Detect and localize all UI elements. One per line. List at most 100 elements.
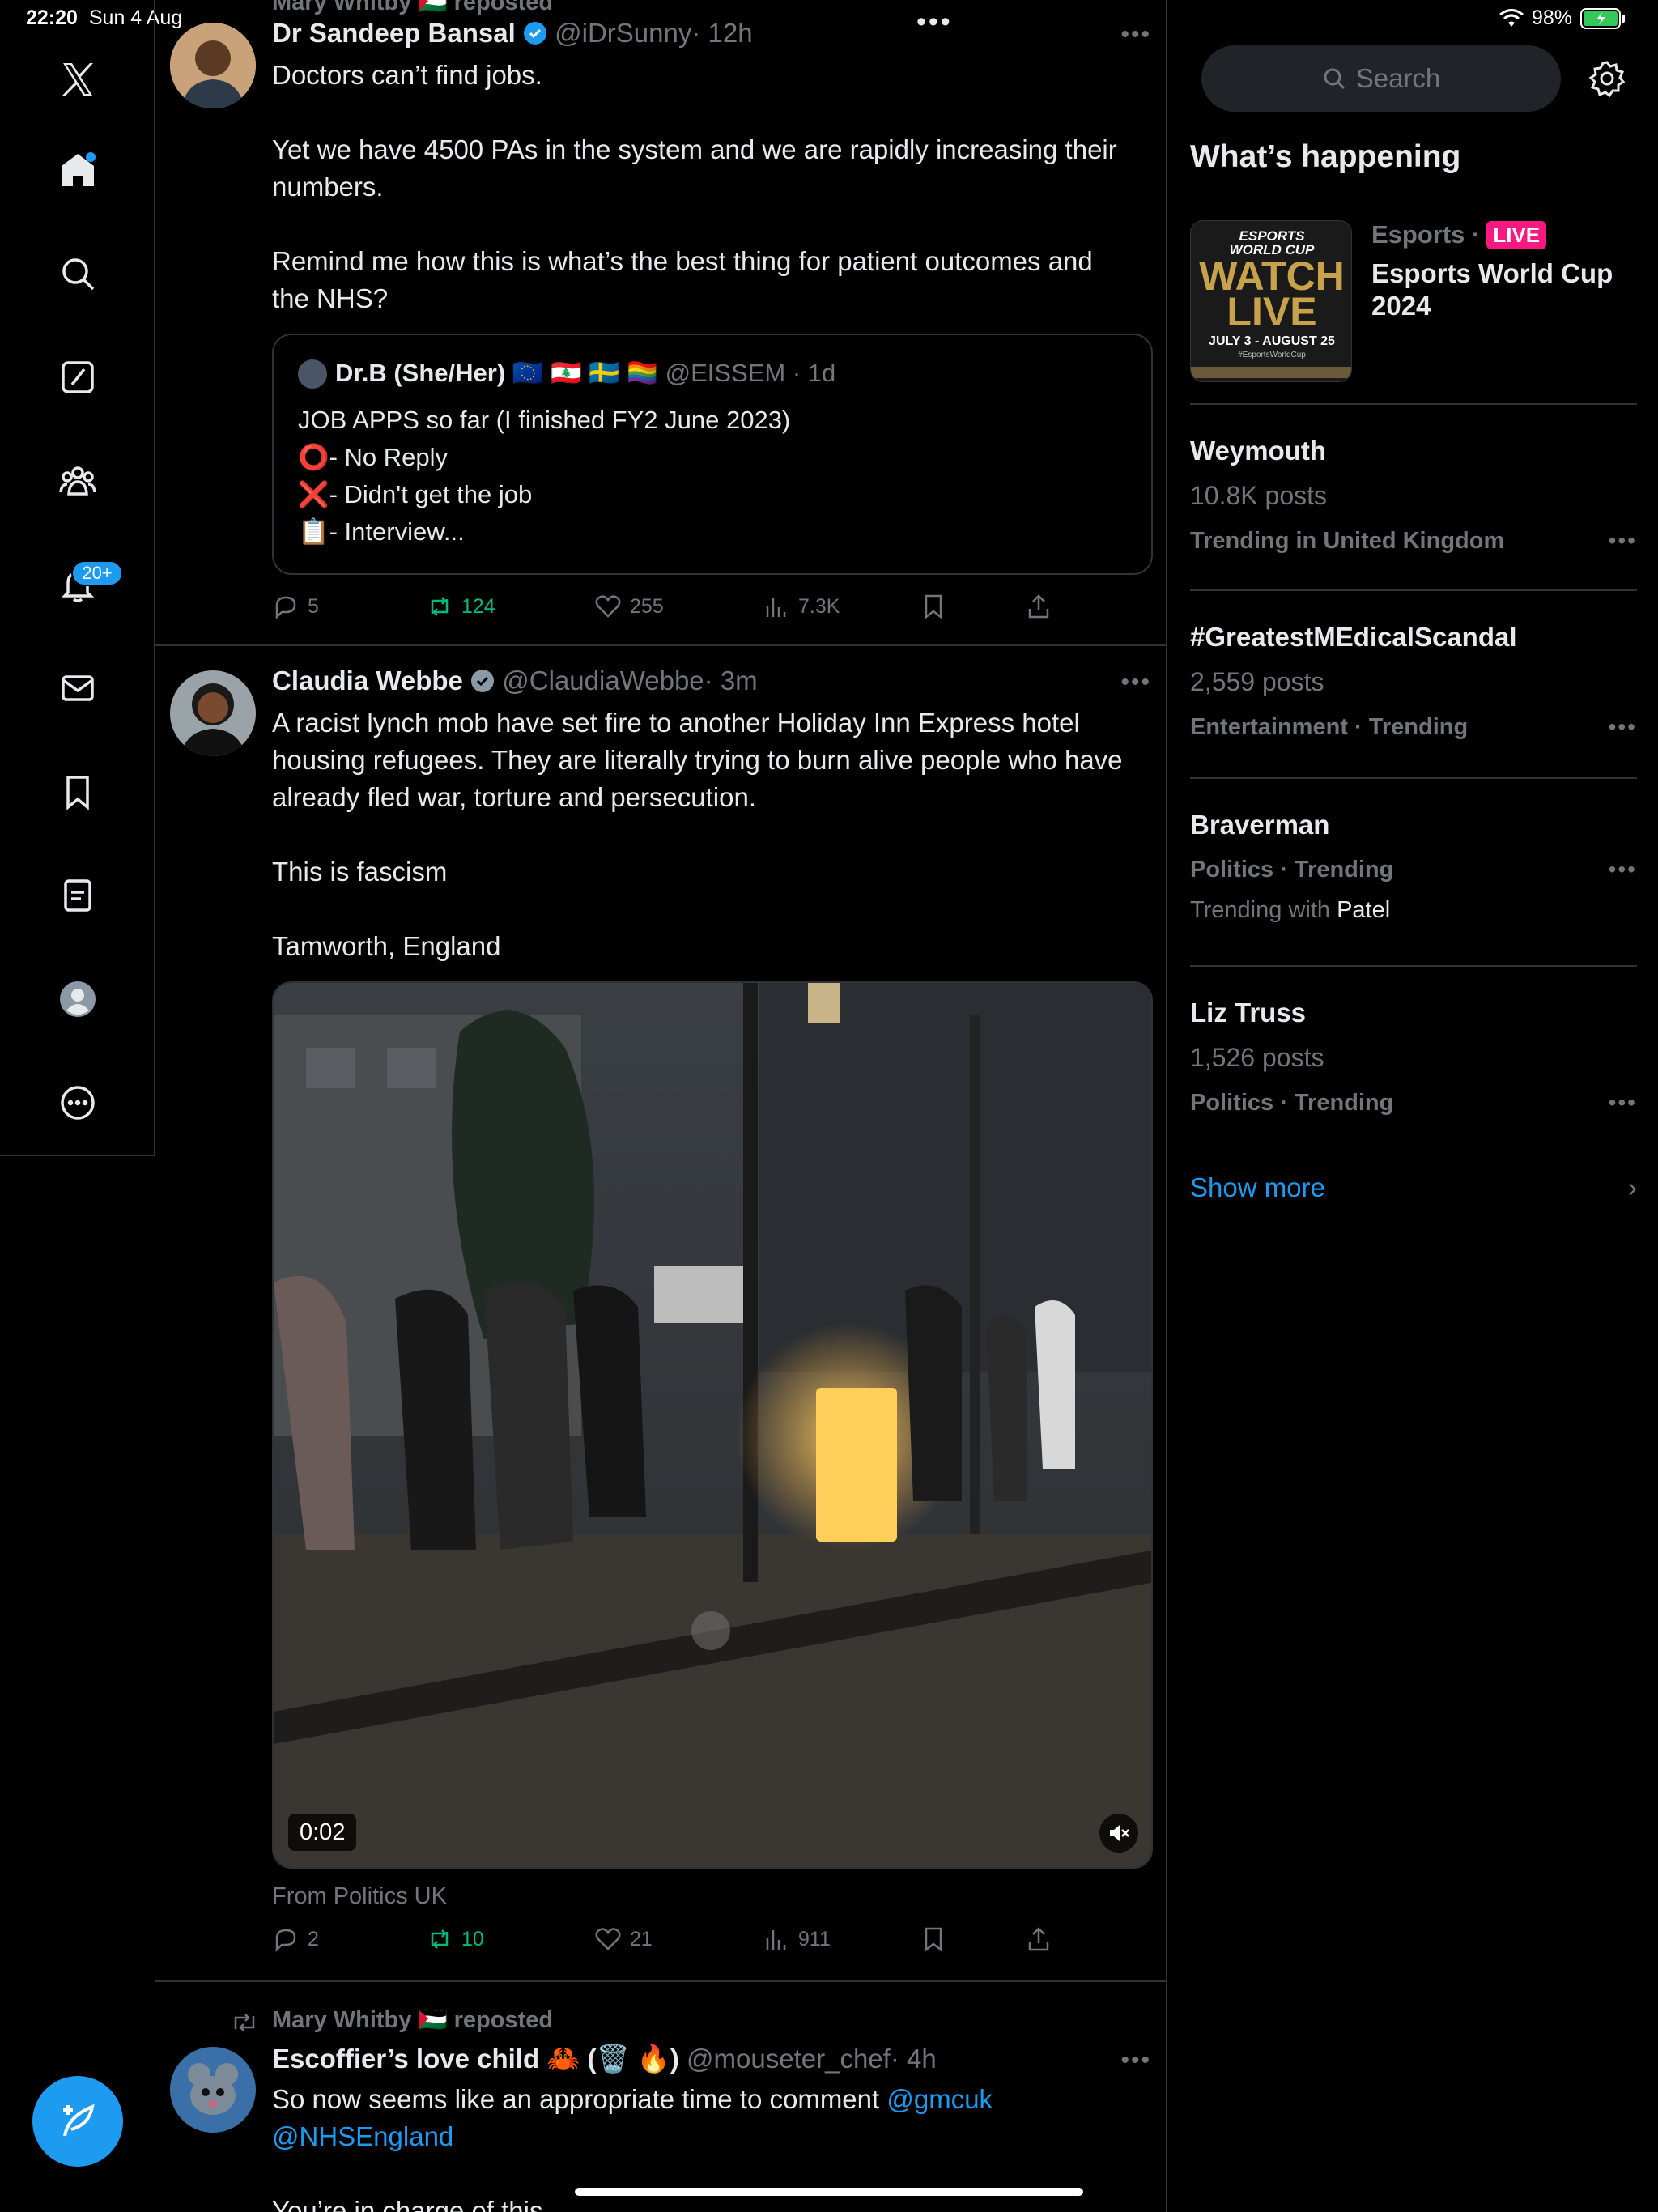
- lists-icon[interactable]: [52, 870, 104, 921]
- trend-more-icon[interactable]: •••: [1609, 857, 1637, 883]
- quote-author-handle: @EISSEM · 1d: [665, 359, 836, 387]
- compose-post-button[interactable]: [32, 2076, 123, 2167]
- trend-item[interactable]: Braverman Politics · Trending Trending w…: [1190, 779, 1637, 967]
- trend-title: Weymouth: [1190, 436, 1327, 466]
- timeline: ••• Mary Whitby 🇵🇸 reposted Dr Sandeep B…: [155, 0, 1167, 2212]
- trend-with-label: Trending with: [1190, 897, 1331, 923]
- repost-icon: [431, 597, 449, 616]
- tweet-time[interactable]: · 12h: [691, 18, 752, 48]
- tweet-actions: 2 10 21 911: [272, 1925, 1082, 1961]
- author-name[interactable]: Escoffier’s love child 🦀 (🗑️ 🔥): [272, 2044, 679, 2074]
- trend-item[interactable]: #GreatestMEdicalScandal 2,559 posts Ente…: [1190, 591, 1637, 779]
- author-handle[interactable]: @iDrSunny: [555, 18, 691, 48]
- home-indicator[interactable]: [575, 2188, 1083, 2196]
- thumb-strip: [1191, 367, 1351, 378]
- live-badge: LIVE: [1486, 220, 1547, 249]
- trend-posts: 1,526 posts: [1190, 1043, 1324, 1072]
- repost-button[interactable]: 124: [426, 593, 495, 620]
- show-more-link[interactable]: Show more ›: [1190, 1172, 1637, 1203]
- heart-icon: [595, 595, 621, 618]
- tweet[interactable]: Claudia Webbe @ClaudiaWebbe· 3m ••• A ra…: [155, 648, 1167, 1982]
- reply-count: 2: [308, 1927, 319, 1950]
- compose-feather-icon: [63, 2104, 95, 2137]
- mention-link[interactable]: @gmcuk: [886, 2084, 993, 2114]
- trend-with-name: Patel: [1337, 897, 1391, 923]
- trend-context: Trending in United Kingdom: [1190, 528, 1505, 554]
- repost-button[interactable]: 10: [426, 1925, 484, 1953]
- bookmarks-icon[interactable]: [52, 766, 104, 818]
- x-logo-icon[interactable]: [52, 53, 104, 105]
- mute-button[interactable]: [1099, 1814, 1138, 1853]
- search-placeholder: Search: [1355, 63, 1441, 93]
- messages-icon[interactable]: [52, 662, 104, 714]
- quote-line: ⭕- No Reply: [298, 443, 449, 471]
- reply-button[interactable]: 5: [272, 593, 319, 620]
- search-icon: [1324, 68, 1345, 90]
- tweet-more-icon[interactable]: •••: [1120, 2047, 1151, 2074]
- share-button[interactable]: [1025, 1925, 1052, 1953]
- sidebar-heading: What’s happening: [1190, 139, 1461, 174]
- more-options-icon[interactable]: [52, 1077, 104, 1129]
- like-button[interactable]: 21: [594, 1925, 653, 1953]
- profile-avatar-icon[interactable]: [52, 973, 104, 1025]
- quoted-tweet[interactable]: Dr.B (She/Her) 🇪🇺 🇱🇧 🇸🇪 🏳️‍🌈 @EISSEM · 1…: [272, 334, 1153, 575]
- trend-item[interactable]: Liz Truss 1,526 posts Politics · Trendin…: [1190, 967, 1637, 1145]
- grok-icon[interactable]: [52, 351, 104, 403]
- featured-title: Esports World Cup 2024: [1371, 258, 1613, 321]
- notifications-badge: 20+: [71, 560, 123, 586]
- quote-line: 📋- Interview...: [298, 517, 465, 546]
- author-name[interactable]: Claudia Webbe: [272, 666, 463, 696]
- avatar[interactable]: [170, 670, 256, 756]
- view-count: 7.3K: [798, 594, 840, 618]
- show-more-label: Show more: [1190, 1172, 1325, 1202]
- tweet-time[interactable]: · 4h: [891, 2044, 937, 2074]
- tweet-text: Doctors can’t find jobs. Yet we have 450…: [272, 60, 1117, 313]
- tweet-time[interactable]: · 3m: [704, 666, 758, 696]
- mention-link[interactable]: @NHSEngland: [272, 2121, 453, 2151]
- author-handle[interactable]: @mouseter_chef: [687, 2044, 891, 2074]
- like-button[interactable]: 255: [594, 593, 664, 620]
- home-icon[interactable]: [52, 144, 104, 196]
- reply-button[interactable]: 2: [272, 1925, 319, 1953]
- source-label[interactable]: From Politics UK: [272, 1883, 447, 1910]
- muted-speaker-icon: [1110, 1825, 1129, 1841]
- featured-thumbnail: ESPORTS WORLD CUP WATCH LIVE JULY 3 - AUGU…: [1190, 220, 1352, 382]
- reply-icon: [275, 596, 296, 620]
- quote-header: Dr.B (She/Her) 🇪🇺 🇱🇧 🇸🇪 🏳️‍🌈 @EISSEM · 1…: [335, 358, 835, 388]
- trend-title: Liz Truss: [1190, 998, 1307, 1027]
- search-input[interactable]: Search: [1201, 45, 1561, 112]
- avatar[interactable]: [170, 23, 256, 108]
- explore-icon[interactable]: [52, 248, 104, 300]
- tweet[interactable]: Mary Whitby 🇵🇸 reposted Dr Sandeep Bansa…: [155, 0, 1167, 646]
- tweet[interactable]: Mary Whitby 🇵🇸 reposted Escoffier’s love…: [155, 1982, 1167, 2212]
- quote-line: ❌- Didn't get the job: [298, 480, 533, 508]
- settings-gear-icon[interactable]: [1587, 58, 1627, 99]
- bookmark-button[interactable]: [920, 1925, 947, 1953]
- share-button[interactable]: [1025, 593, 1052, 620]
- share-icon: [1028, 594, 1049, 619]
- trend-item[interactable]: Weymouth 10.8K posts Trending in United …: [1190, 405, 1637, 591]
- trend-context: Politics · Trending: [1190, 1090, 1394, 1116]
- video-player[interactable]: 0:02: [272, 981, 1153, 1869]
- views-button[interactable]: 7.3K: [763, 593, 840, 620]
- repost-count: 10: [461, 1927, 484, 1950]
- trend-more-icon[interactable]: •••: [1609, 714, 1637, 740]
- thumb-brand: ESPORTS WORLD CUP: [1229, 228, 1315, 257]
- featured-trend[interactable]: ESPORTS WORLD CUP WATCH LIVE JULY 3 - AUGU…: [1190, 219, 1637, 405]
- author-name[interactable]: Dr Sandeep Bansal: [272, 18, 516, 48]
- avatar[interactable]: [170, 2047, 256, 2133]
- repost-context: Mary Whitby 🇵🇸 reposted: [272, 0, 554, 15]
- communities-icon[interactable]: [52, 455, 104, 507]
- views-button[interactable]: 911: [763, 1925, 831, 1953]
- trend-more-icon[interactable]: •••: [1609, 1090, 1637, 1116]
- tweet-more-icon[interactable]: •••: [1120, 669, 1151, 696]
- repost-context: Mary Whitby 🇵🇸 reposted: [272, 2007, 554, 2033]
- tweet-more-icon[interactable]: •••: [1120, 21, 1151, 49]
- author-handle[interactable]: @ClaudiaWebbe: [502, 666, 704, 696]
- bookmark-button[interactable]: [920, 593, 947, 620]
- tweet-actions: 5 124 255 7.3K: [272, 593, 1082, 628]
- repost-icon: [431, 1929, 449, 1949]
- trend-more-icon[interactable]: •••: [1609, 528, 1637, 554]
- like-count: 255: [630, 594, 664, 618]
- tweet-text-cutoff: You’re in charge of this: [272, 2189, 543, 2212]
